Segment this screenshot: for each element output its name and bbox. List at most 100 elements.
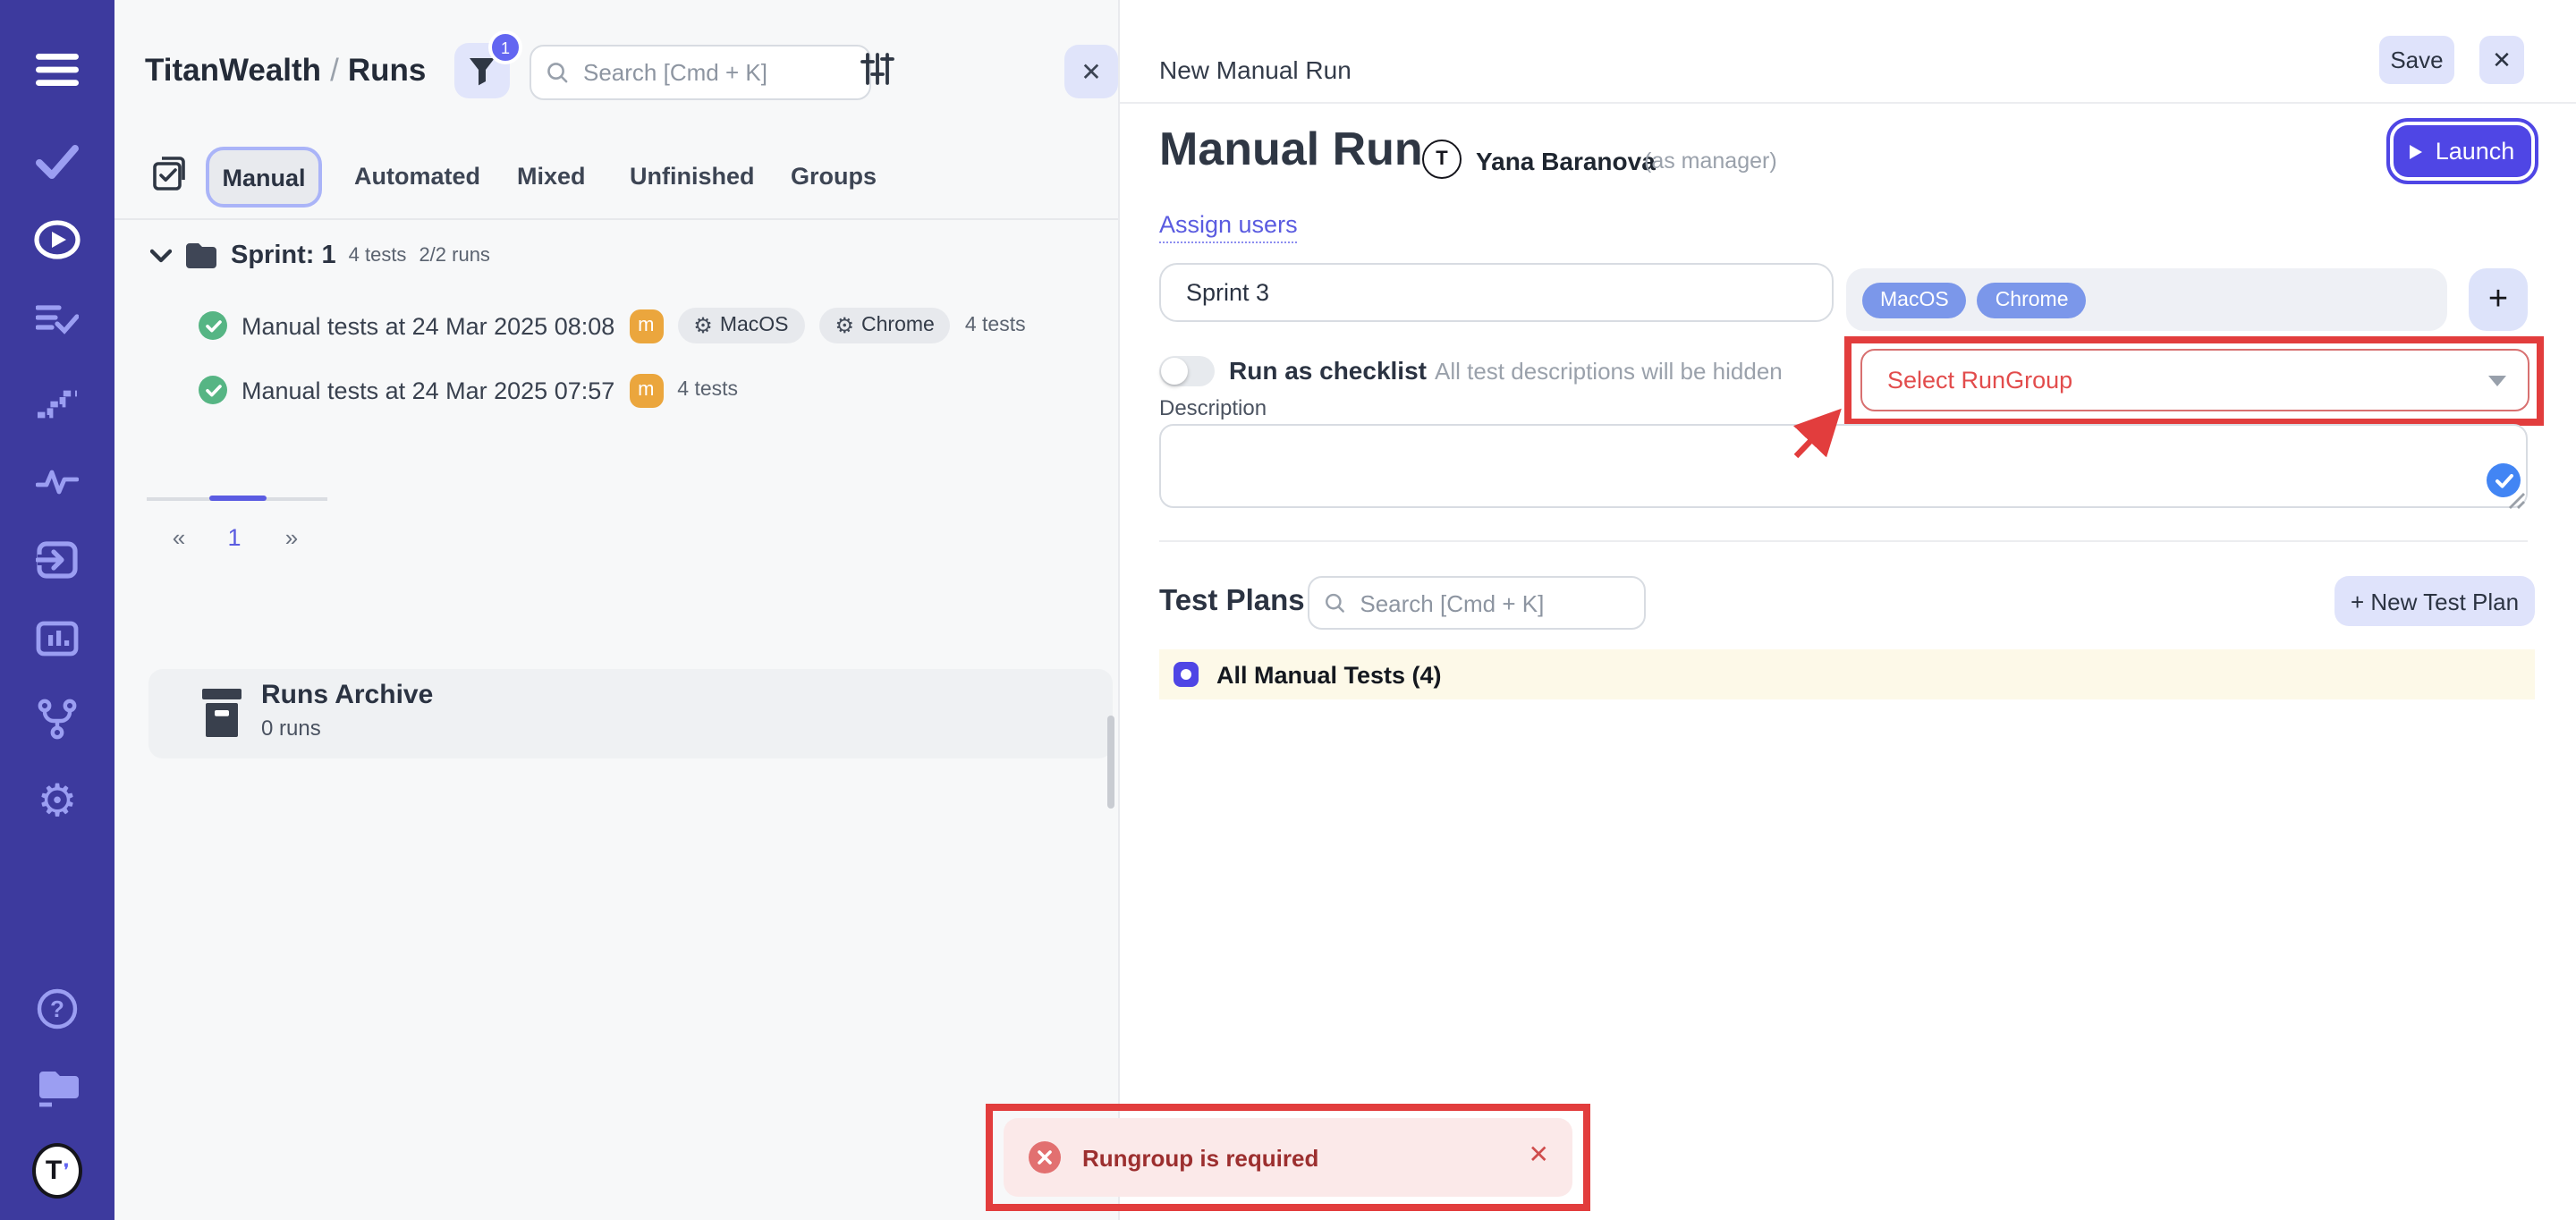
chevron-down-icon[interactable]	[150, 249, 172, 263]
branch-icon[interactable]	[32, 694, 82, 744]
tab-groups[interactable]: Groups	[791, 163, 877, 190]
menu-icon[interactable]	[32, 45, 82, 95]
test-plans-title: Test Plans	[1159, 585, 1305, 619]
results-list-icon[interactable]	[32, 295, 82, 345]
launch-label: Launch	[2436, 138, 2515, 165]
close-panel-button[interactable]: ✕	[2479, 36, 2524, 84]
breadcrumb-section[interactable]: Runs	[348, 52, 427, 88]
toggle-knob	[1161, 358, 1188, 385]
env-pill-macos: ⚙MacOS	[677, 308, 804, 343]
folder-runs-count: 2/2 runs	[419, 245, 490, 267]
gear-icon: ⚙	[693, 315, 713, 336]
brand-logo[interactable]: T❜	[32, 1145, 82, 1195]
archive-title: Runs Archive	[261, 680, 433, 710]
new-run-panel: New Manual Run Save ✕ Manual Run T Yana …	[1118, 0, 2576, 1220]
resize-handle[interactable]	[2508, 487, 2526, 519]
runs-archive-card[interactable]: Runs Archive 0 runs	[148, 669, 1113, 758]
search-icon	[546, 59, 569, 86]
archive-count: 0 runs	[261, 716, 321, 741]
tabs-divider	[114, 218, 1118, 220]
test-plans-search-input[interactable]	[1356, 588, 1630, 618]
main-sidebar: ⚙ ? T❜	[0, 0, 114, 1220]
plan-selected-checkbox[interactable]	[1174, 662, 1199, 687]
search-icon	[1324, 590, 1345, 615]
folder-name[interactable]: Sprint: 1	[231, 241, 336, 270]
settings-gear-icon[interactable]: ⚙	[32, 776, 82, 826]
env-tag-macos[interactable]: MacOS	[1862, 282, 1967, 318]
archive-icon	[202, 689, 242, 737]
logo-tick: ❜	[64, 1160, 69, 1180]
header-divider	[1120, 102, 2576, 104]
checkbox-dot	[1181, 669, 1191, 680]
breadcrumb-project[interactable]: TitanWealth	[145, 52, 321, 88]
assign-users-link[interactable]: Assign users	[1159, 211, 1298, 243]
panel-scrollbar-thumb[interactable]	[1107, 716, 1114, 809]
run-tests-count: 4 tests	[965, 315, 1026, 336]
runs-play-icon[interactable]	[32, 215, 82, 265]
env-tag-chrome[interactable]: Chrome	[1978, 282, 2087, 318]
add-environment-button[interactable]: +	[2469, 268, 2528, 331]
env-pill-chrome: ⚙Chrome	[819, 308, 951, 343]
import-icon[interactable]	[32, 535, 82, 585]
pagination-page[interactable]: 1	[216, 524, 252, 551]
owner-avatar[interactable]: T	[1422, 140, 1462, 179]
new-test-plan-button[interactable]: + New Test Plan	[2334, 576, 2535, 626]
steps-icon[interactable]	[32, 376, 82, 426]
runs-search[interactable]	[530, 45, 871, 100]
app-window: ⚙ ? T❜ TitanWealth/Runs 1 ✕	[0, 0, 2576, 1220]
view-settings-icon[interactable]	[860, 52, 894, 95]
save-button[interactable]: Save	[2379, 36, 2454, 84]
toast-close-button[interactable]: ✕	[1529, 1141, 1549, 1166]
rungroup-select[interactable]: Select RunGroup	[1860, 349, 2529, 411]
activity-icon[interactable]	[32, 454, 82, 504]
gear-icon: ⚙	[835, 315, 855, 336]
run-name-input[interactable]	[1159, 263, 1834, 322]
tab-automated[interactable]: Automated	[354, 163, 480, 190]
error-toast: Rungroup is required ✕	[1004, 1118, 1572, 1197]
runs-list-panel: TitanWealth/Runs 1 ✕ Manual Automated Mi…	[114, 0, 1118, 1220]
pagination-prev[interactable]: «	[161, 524, 197, 551]
run-list-item[interactable]: Manual tests at 24 Mar 2025 08:08 m ⚙Mac…	[199, 304, 1026, 347]
logo-letter: T	[46, 1155, 62, 1185]
breadcrumb: TitanWealth/Runs	[145, 52, 426, 89]
environments-box[interactable]: MacOS Chrome	[1846, 268, 2447, 331]
svg-text:?: ?	[50, 995, 64, 1022]
analytics-icon[interactable]	[32, 614, 82, 664]
run-title-heading: Manual Run	[1159, 122, 1423, 177]
panel-title: New Manual Run	[1159, 55, 1352, 84]
help-icon[interactable]: ?	[32, 984, 82, 1034]
runs-search-input[interactable]	[580, 57, 855, 88]
checklist-icon[interactable]	[152, 156, 190, 202]
manual-badge: m	[629, 373, 663, 407]
owner-role: (as manager)	[1644, 148, 1777, 174]
section-divider	[1159, 540, 2528, 542]
checklist-label: Run as checklist	[1229, 356, 1427, 385]
run-title[interactable]: Manual tests at 24 Mar 2025 07:57	[242, 377, 614, 403]
documents-folder-icon[interactable]	[32, 1063, 82, 1113]
funnel-icon	[469, 56, 496, 85]
run-as-checklist-toggle[interactable]	[1159, 356, 1215, 386]
play-icon	[2411, 144, 2423, 158]
run-title[interactable]: Manual tests at 24 Mar 2025 08:08	[242, 312, 614, 339]
tab-unfinished[interactable]: Unfinished	[630, 163, 755, 190]
run-tests-count: 4 tests	[677, 379, 738, 401]
tab-mixed[interactable]: Mixed	[517, 163, 586, 190]
filter-button[interactable]: 1	[454, 43, 510, 98]
rungroup-placeholder: Select RunGroup	[1887, 367, 2072, 394]
mini-scrollbar-thumb[interactable]	[209, 496, 267, 501]
status-passed-icon	[199, 311, 227, 340]
tab-manual[interactable]: Manual	[206, 147, 322, 208]
owner-name: Yana Baranova	[1476, 147, 1656, 175]
collapse-panel-button[interactable]: ✕	[1064, 45, 1118, 98]
test-plans-search[interactable]	[1308, 576, 1646, 630]
launch-button[interactable]: Launch	[2394, 125, 2531, 177]
caret-down-icon	[2488, 376, 2506, 386]
test-plan-row[interactable]: All Manual Tests (4)	[1159, 649, 2535, 699]
annotation-arrow	[1785, 401, 1857, 465]
tree-folder-row[interactable]: Sprint: 1 4 tests 2/2 runs	[150, 241, 490, 270]
breadcrumb-separator: /	[330, 52, 339, 88]
pagination-next[interactable]: »	[274, 524, 309, 551]
run-list-item[interactable]: Manual tests at 24 Mar 2025 07:57 m 4 te…	[199, 369, 738, 411]
folder-tests-count: 4 tests	[349, 245, 407, 267]
tests-check-icon[interactable]	[32, 136, 82, 186]
